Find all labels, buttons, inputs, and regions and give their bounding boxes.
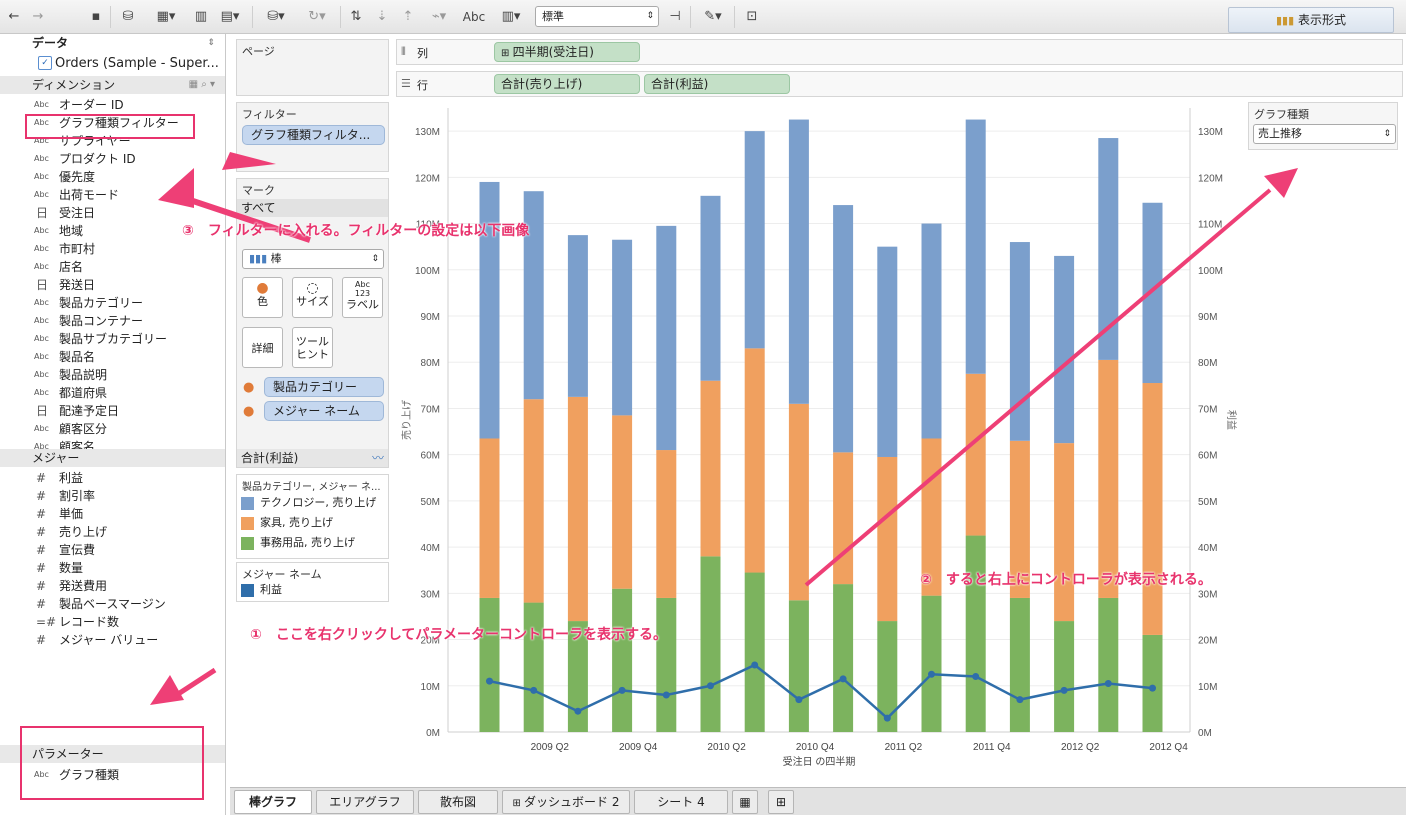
arrow-head — [1264, 168, 1298, 198]
annotation-arrows — [150, 152, 1298, 705]
annotation-1: ① ここを右クリックしてパラメーターコントローラを表示する。 — [250, 627, 668, 643]
arrow-to-control — [804, 188, 1272, 587]
arrow-head — [222, 152, 276, 170]
arrow-head — [150, 675, 184, 705]
annotation-2: ② すると右上にコントローラが表示される。 — [920, 572, 1212, 588]
annotation-3: ③ フィルターに入れる。フィルターの設定は以下画像 — [182, 223, 530, 239]
arrow-head — [158, 168, 194, 208]
